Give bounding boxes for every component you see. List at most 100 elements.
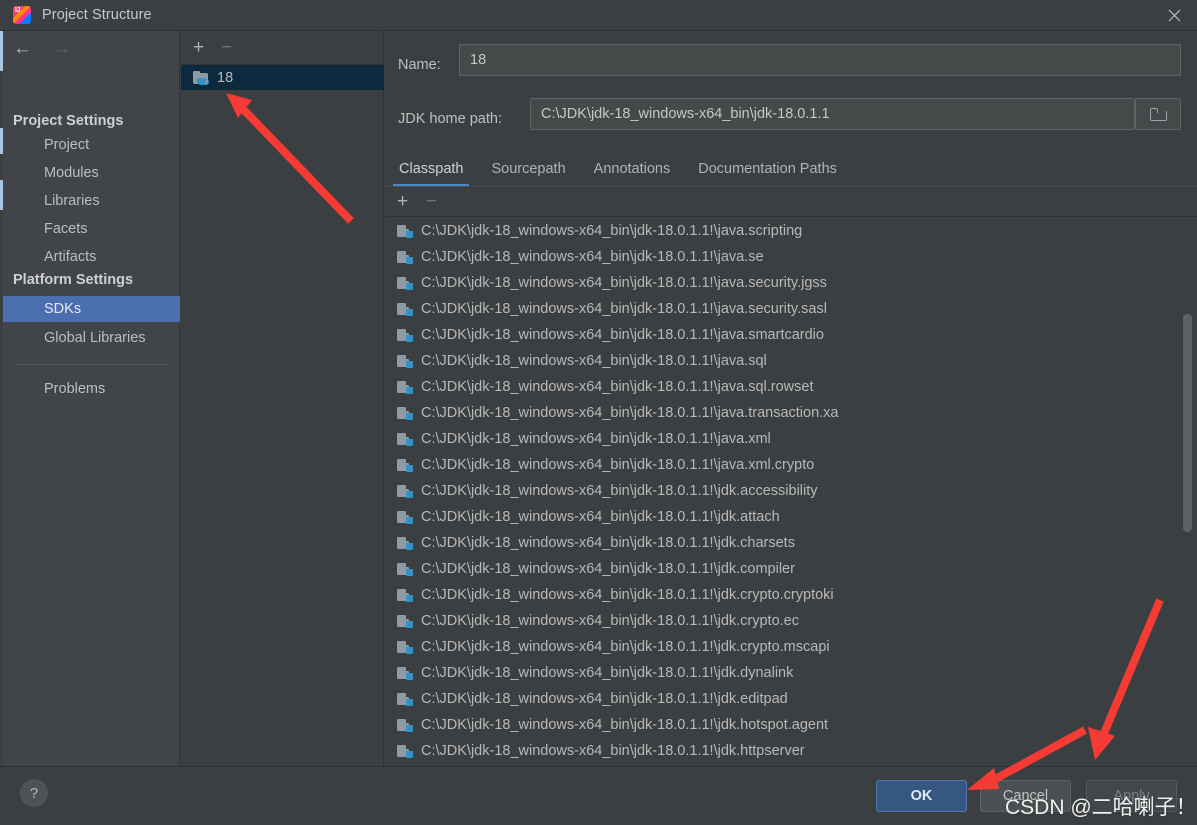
- classpath-entry-label: C:\JDK\jdk-18_windows-x64_bin\jdk-18.0.1…: [421, 665, 794, 681]
- sidebar-item-modules[interactable]: Modules: [3, 160, 180, 186]
- java-module-icon: [397, 380, 413, 394]
- name-label: Name:: [398, 57, 441, 73]
- browse-jdk-home-button[interactable]: [1135, 98, 1181, 130]
- classpath-entry-label: C:\JDK\jdk-18_windows-x64_bin\jdk-18.0.1…: [421, 561, 795, 577]
- tab-classpath[interactable]: Classpath: [385, 151, 477, 187]
- java-module-icon: [397, 588, 413, 602]
- add-classpath-button[interactable]: +: [397, 192, 408, 211]
- classpath-row[interactable]: C:\JDK\jdk-18_windows-x64_bin\jdk-18.0.1…: [385, 530, 1197, 556]
- java-module-icon: [397, 614, 413, 628]
- classpath-row[interactable]: C:\JDK\jdk-18_windows-x64_bin\jdk-18.0.1…: [385, 582, 1197, 608]
- classpath-row[interactable]: C:\JDK\jdk-18_windows-x64_bin\jdk-18.0.1…: [385, 478, 1197, 504]
- close-icon[interactable]: [1151, 0, 1197, 30]
- classpath-row[interactable]: C:\JDK\jdk-18_windows-x64_bin\jdk-18.0.1…: [385, 712, 1197, 738]
- classpath-entry-label: C:\JDK\jdk-18_windows-x64_bin\jdk-18.0.1…: [421, 301, 827, 317]
- classpath-entry-label: C:\JDK\jdk-18_windows-x64_bin\jdk-18.0.1…: [421, 431, 771, 447]
- add-sdk-button[interactable]: +: [193, 38, 204, 57]
- classpath-row[interactable]: C:\JDK\jdk-18_windows-x64_bin\jdk-18.0.1…: [385, 348, 1197, 374]
- classpath-entry-label: C:\JDK\jdk-18_windows-x64_bin\jdk-18.0.1…: [421, 353, 767, 369]
- sidebar-item-sdks[interactable]: SDKs: [3, 296, 180, 322]
- java-module-icon: [397, 302, 413, 316]
- classpath-entry-label: C:\JDK\jdk-18_windows-x64_bin\jdk-18.0.1…: [421, 223, 803, 239]
- classpath-row[interactable]: C:\JDK\jdk-18_windows-x64_bin\jdk-18.0.1…: [385, 296, 1197, 322]
- java-module-icon: [397, 406, 413, 420]
- remove-sdk-button[interactable]: −: [221, 38, 232, 57]
- classpath-entry-label: C:\JDK\jdk-18_windows-x64_bin\jdk-18.0.1…: [421, 509, 780, 525]
- jdk-home-path-label: JDK home path:: [398, 111, 502, 127]
- classpath-entry-label: C:\JDK\jdk-18_windows-x64_bin\jdk-18.0.1…: [421, 639, 830, 655]
- sidebar-item-artifacts[interactable]: Artifacts: [3, 244, 180, 270]
- classpath-row[interactable]: C:\JDK\jdk-18_windows-x64_bin\jdk-18.0.1…: [385, 738, 1197, 764]
- watermark-text: CSDN @二哈喇子！: [1005, 796, 1197, 819]
- classpath-row[interactable]: C:\JDK\jdk-18_windows-x64_bin\jdk-18.0.1…: [385, 374, 1197, 400]
- classpath-row[interactable]: C:\JDK\jdk-18_windows-x64_bin\jdk-18.0.1…: [385, 634, 1197, 660]
- classpath-entry-label: C:\JDK\jdk-18_windows-x64_bin\jdk-18.0.1…: [421, 249, 764, 265]
- classpath-entry-label: C:\JDK\jdk-18_windows-x64_bin\jdk-18.0.1…: [421, 327, 824, 343]
- classpath-row[interactable]: C:\JDK\jdk-18_windows-x64_bin\jdk-18.0.1…: [385, 270, 1197, 296]
- classpath-row[interactable]: C:\JDK\jdk-18_windows-x64_bin\jdk-18.0.1…: [385, 660, 1197, 686]
- java-module-icon: [397, 484, 413, 498]
- classpath-row[interactable]: C:\JDK\jdk-18_windows-x64_bin\jdk-18.0.1…: [385, 218, 1197, 244]
- java-module-icon: [397, 692, 413, 706]
- classpath-row[interactable]: C:\JDK\jdk-18_windows-x64_bin\jdk-18.0.1…: [385, 556, 1197, 582]
- project-structure-dialog: Project Structure ← → Project Settings P…: [0, 0, 1197, 825]
- sidebar-item-problems[interactable]: Problems: [3, 376, 180, 402]
- java-module-icon: [397, 666, 413, 680]
- classpath-entry-label: C:\JDK\jdk-18_windows-x64_bin\jdk-18.0.1…: [421, 483, 818, 499]
- java-module-icon: [397, 718, 413, 732]
- settings-sidebar: ← → Project Settings Project Modules Lib…: [3, 31, 180, 766]
- tab-documentation-paths[interactable]: Documentation Paths: [684, 151, 851, 187]
- sidebar-group-project-settings: Project Settings: [13, 113, 124, 129]
- classpath-row[interactable]: C:\JDK\jdk-18_windows-x64_bin\jdk-18.0.1…: [385, 322, 1197, 348]
- intellij-idea-icon: [13, 6, 31, 24]
- classpath-row[interactable]: C:\JDK\jdk-18_windows-x64_bin\jdk-18.0.1…: [385, 608, 1197, 634]
- java-module-icon: [397, 432, 413, 446]
- window-title: Project Structure: [42, 7, 152, 23]
- classpath-list[interactable]: C:\JDK\jdk-18_windows-x64_bin\jdk-18.0.1…: [385, 218, 1197, 794]
- classpath-scrollbar[interactable]: [1183, 218, 1192, 794]
- classpath-entry-label: C:\JDK\jdk-18_windows-x64_bin\jdk-18.0.1…: [421, 691, 788, 707]
- sidebar-item-project[interactable]: Project: [3, 132, 180, 158]
- classpath-row[interactable]: C:\JDK\jdk-18_windows-x64_bin\jdk-18.0.1…: [385, 244, 1197, 270]
- folder-open-icon: [1149, 107, 1167, 121]
- java-module-icon: [397, 276, 413, 290]
- jdk-home-path-input[interactable]: C:\JDK\jdk-18_windows-x64_bin\jdk-18.0.1…: [530, 98, 1135, 130]
- java-module-icon: [397, 510, 413, 524]
- sdk-list-item-18[interactable]: 18: [181, 65, 384, 90]
- classpath-entry-label: C:\JDK\jdk-18_windows-x64_bin\jdk-18.0.1…: [421, 743, 805, 759]
- detail-tabs: Classpath Sourcepath Annotations Documen…: [385, 151, 1197, 187]
- sdk-list-item-label: 18: [217, 69, 234, 86]
- sidebar-item-libraries[interactable]: Libraries: [3, 188, 180, 214]
- sidebar-item-global-libraries[interactable]: Global Libraries: [3, 325, 180, 351]
- classpath-scrollbar-thumb[interactable]: [1183, 314, 1192, 532]
- arrow-right-icon[interactable]: →: [52, 39, 71, 58]
- help-icon[interactable]: ?: [20, 779, 48, 807]
- nav-buttons: ← →: [3, 31, 179, 65]
- java-module-icon: [397, 744, 413, 758]
- sdk-name-input[interactable]: 18: [459, 44, 1181, 76]
- classpath-toolbar: + −: [385, 187, 1197, 217]
- classpath-row[interactable]: C:\JDK\jdk-18_windows-x64_bin\jdk-18.0.1…: [385, 504, 1197, 530]
- java-module-icon: [397, 224, 413, 238]
- remove-classpath-button[interactable]: −: [426, 192, 437, 211]
- java-module-icon: [397, 328, 413, 342]
- java-module-icon: [397, 640, 413, 654]
- classpath-row[interactable]: C:\JDK\jdk-18_windows-x64_bin\jdk-18.0.1…: [385, 426, 1197, 452]
- arrow-left-icon[interactable]: ←: [13, 39, 32, 58]
- classpath-entry-label: C:\JDK\jdk-18_windows-x64_bin\jdk-18.0.1…: [421, 379, 814, 395]
- classpath-row[interactable]: C:\JDK\jdk-18_windows-x64_bin\jdk-18.0.1…: [385, 400, 1197, 426]
- sidebar-divider: [17, 364, 167, 365]
- ok-button[interactable]: OK: [876, 780, 967, 812]
- classpath-entry-label: C:\JDK\jdk-18_windows-x64_bin\jdk-18.0.1…: [421, 405, 839, 421]
- window-titlebar: Project Structure: [0, 0, 1197, 31]
- sidebar-item-facets[interactable]: Facets: [3, 216, 180, 242]
- classpath-entry-label: C:\JDK\jdk-18_windows-x64_bin\jdk-18.0.1…: [421, 535, 795, 551]
- tab-annotations[interactable]: Annotations: [580, 151, 685, 187]
- tab-sourcepath[interactable]: Sourcepath: [477, 151, 579, 187]
- sdk-list-panel: + − 18: [181, 31, 384, 766]
- classpath-row[interactable]: C:\JDK\jdk-18_windows-x64_bin\jdk-18.0.1…: [385, 686, 1197, 712]
- folder-java-icon: [193, 70, 209, 85]
- classpath-row[interactable]: C:\JDK\jdk-18_windows-x64_bin\jdk-18.0.1…: [385, 452, 1197, 478]
- classpath-entry-label: C:\JDK\jdk-18_windows-x64_bin\jdk-18.0.1…: [421, 717, 829, 733]
- classpath-entry-label: C:\JDK\jdk-18_windows-x64_bin\jdk-18.0.1…: [421, 613, 799, 629]
